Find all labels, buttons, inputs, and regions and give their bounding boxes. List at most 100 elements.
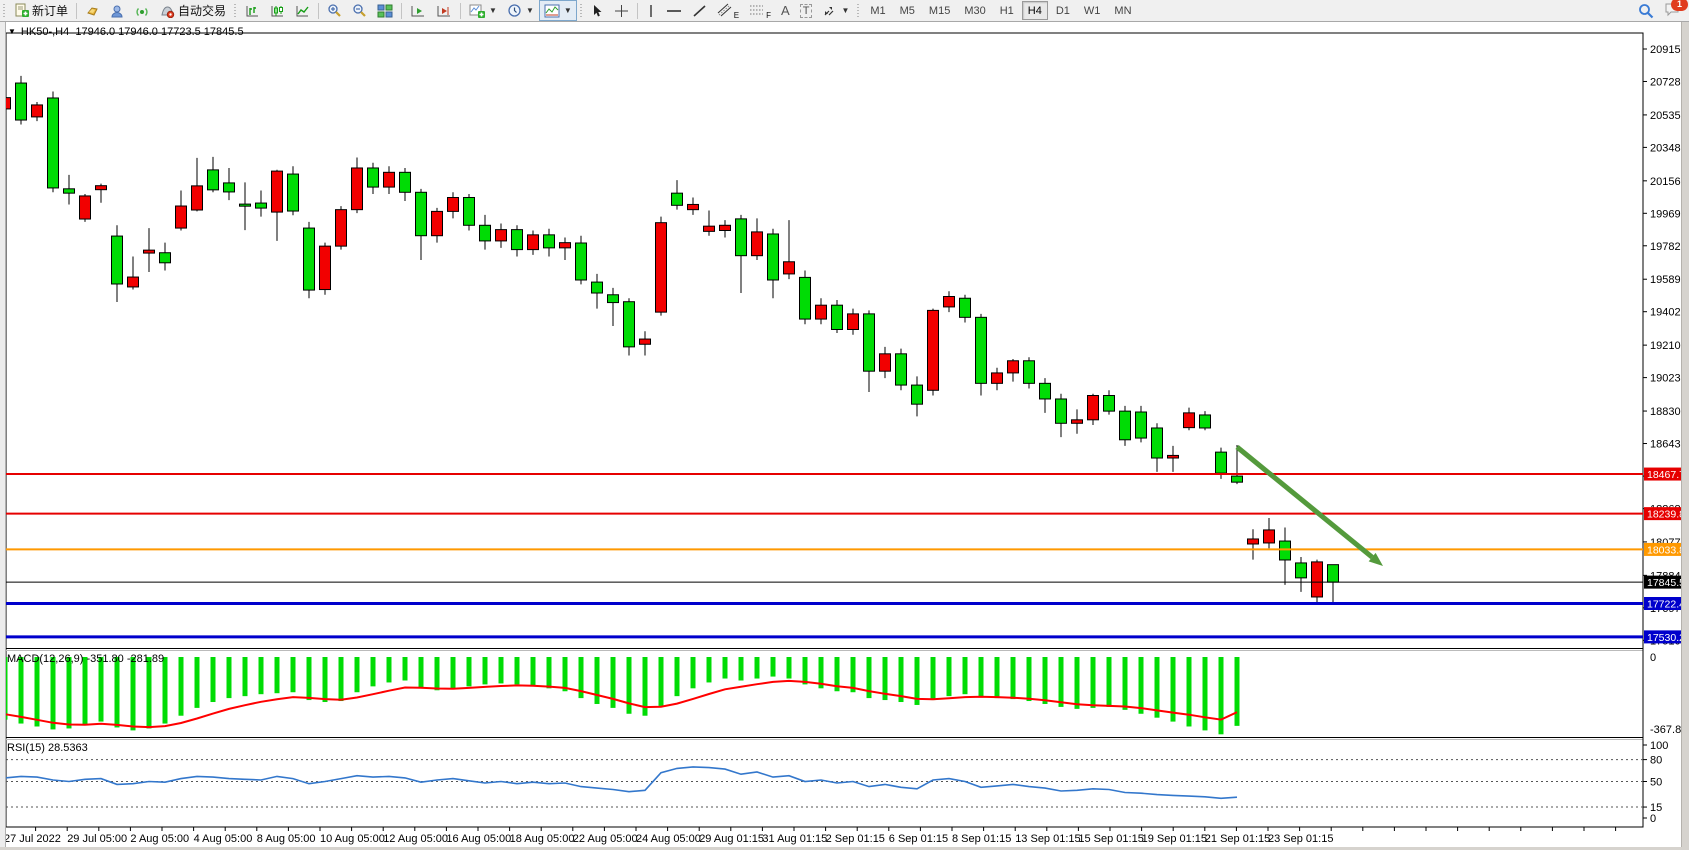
- indicators-button[interactable]: ▼: [464, 0, 502, 21]
- templates-button[interactable]: ▼: [539, 0, 577, 21]
- fibonacci-tool[interactable]: F: [744, 0, 776, 21]
- candle-down: [400, 172, 411, 192]
- chart-canvas[interactable]: 20915.020728.020535.520348.520156.019969…: [0, 0, 1689, 850]
- candle-up: [560, 243, 571, 248]
- candle-down: [1104, 395, 1115, 411]
- candle-down: [608, 295, 619, 303]
- candle-down: [1024, 361, 1035, 384]
- market-button[interactable]: [105, 0, 130, 21]
- candle-up: [1008, 361, 1019, 373]
- candle-down: [1040, 383, 1051, 399]
- new-order-button[interactable]: 新订单: [9, 0, 73, 21]
- notifications-button[interactable]: 1: [1664, 2, 1681, 20]
- arrows-tool[interactable]: ▼: [817, 0, 854, 21]
- macd-hist-bar: [451, 657, 456, 689]
- vertical-line-tool[interactable]: [641, 0, 661, 21]
- new-order-label: 新订单: [32, 2, 68, 19]
- macd-hist-bar: [195, 657, 200, 708]
- text-tool[interactable]: A: [776, 0, 795, 21]
- macd-hist-bar: [499, 657, 504, 683]
- candle-up: [528, 235, 539, 250]
- time-tick-label: 2 Sep 01:15: [826, 833, 885, 845]
- price-badge-label: 18033.8: [1647, 544, 1685, 556]
- candle-down: [48, 98, 59, 188]
- candle-up: [1264, 530, 1275, 543]
- equidistant-channel-tool[interactable]: E: [712, 0, 744, 21]
- horizontal-line-tool[interactable]: [661, 0, 687, 21]
- chart-expand-icon[interactable]: ▼: [8, 27, 16, 36]
- trend-arrow[interactable]: [1237, 447, 1383, 566]
- timeframe-mn[interactable]: MN: [1108, 1, 1137, 20]
- candle-up: [448, 197, 459, 211]
- tile-windows-button[interactable]: [372, 0, 398, 21]
- search-icon[interactable]: [1638, 3, 1654, 19]
- timeframe-h1[interactable]: H1: [994, 1, 1020, 20]
- macd-hist-bar: [1107, 657, 1112, 707]
- bar-chart-mode-button[interactable]: [240, 0, 265, 21]
- macd-hist-bar: [787, 657, 792, 679]
- time-tick-label: 12 Aug 05:00: [383, 833, 448, 845]
- timeframe-w1[interactable]: W1: [1078, 1, 1107, 20]
- macd-hist-bar: [339, 657, 344, 701]
- candle-down: [1296, 563, 1307, 578]
- time-tick-label: 23 Sep 01:15: [1268, 833, 1333, 845]
- macd-hist-bar: [323, 657, 328, 702]
- macd-hist-bar: [627, 657, 632, 714]
- time-tick-label: 2 Aug 05:00: [130, 833, 189, 845]
- text-label-tool[interactable]: T: [795, 0, 818, 21]
- toolbar-grip[interactable]: [233, 4, 238, 18]
- timeframe-m1[interactable]: M1: [864, 1, 891, 20]
- zoom-in-button[interactable]: [322, 0, 347, 21]
- macd-hist-bar: [67, 657, 72, 728]
- line-chart-mode-button[interactable]: [290, 0, 315, 21]
- candle-down: [1120, 411, 1131, 440]
- candle-up: [1168, 455, 1179, 458]
- zoom-out-button[interactable]: [347, 0, 372, 21]
- trendline-tool[interactable]: [687, 0, 712, 21]
- crosshair-button[interactable]: [609, 0, 634, 21]
- text-label-icon: T: [800, 4, 813, 18]
- time-tick-label: 8 Aug 05:00: [257, 833, 316, 845]
- periods-button[interactable]: ▼: [502, 0, 539, 21]
- time-tick-label: 31 Aug 01:15: [762, 833, 827, 845]
- candle-down: [768, 234, 779, 280]
- candle-down: [64, 189, 75, 193]
- timeframe-m15[interactable]: M15: [923, 1, 956, 20]
- candle-up: [640, 339, 651, 344]
- toolbar-grip[interactable]: [2, 4, 7, 18]
- time-tick-label: 16 Aug 05:00: [446, 833, 511, 845]
- price-badge-label: 17722.4: [1647, 599, 1685, 611]
- timeframe-h4[interactable]: H4: [1022, 1, 1048, 20]
- macd-hist-bar: [595, 657, 600, 704]
- time-tick-label: 19 Sep 01:15: [1142, 833, 1207, 845]
- autotrading-button[interactable]: 自动交易: [155, 0, 231, 21]
- candle-up: [1088, 395, 1099, 419]
- time-axis[interactable]: 27 Jul 202229 Jul 05:002 Aug 05:004 Aug …: [4, 827, 1616, 845]
- macd-hist-bar: [83, 657, 88, 726]
- timeframe-m5[interactable]: M5: [894, 1, 921, 20]
- cursor-button[interactable]: [586, 0, 609, 21]
- chart-shift-button[interactable]: [431, 0, 457, 21]
- candle-down: [960, 298, 971, 317]
- time-tick-label: 29 Jul 05:00: [67, 833, 127, 845]
- chart-border: [6, 33, 1643, 827]
- price-badge-label: 18239.8: [1647, 509, 1685, 521]
- toolbar-grip[interactable]: [856, 4, 861, 18]
- macd-hist-bar: [803, 657, 808, 684]
- candle-down: [672, 193, 683, 205]
- signals-button[interactable]: [130, 0, 155, 21]
- macd-hist-bar: [387, 657, 392, 682]
- macd-hist-bar: [35, 657, 40, 726]
- candle-chart-mode-button[interactable]: [265, 0, 290, 21]
- macd-hist-bar: [1203, 657, 1208, 730]
- macd-hist-bar: [275, 657, 280, 693]
- macd-hist-bar: [515, 657, 520, 684]
- auto-scroll-button[interactable]: [405, 0, 431, 21]
- timeframe-m30[interactable]: M30: [958, 1, 991, 20]
- candle-down: [736, 219, 747, 256]
- time-tick-label: 13 Sep 01:15: [1015, 833, 1080, 845]
- toolbar-grip[interactable]: [579, 4, 584, 18]
- timeframe-d1[interactable]: D1: [1050, 1, 1076, 20]
- trendline-icon: [692, 4, 707, 18]
- deposit-button[interactable]: [80, 0, 105, 21]
